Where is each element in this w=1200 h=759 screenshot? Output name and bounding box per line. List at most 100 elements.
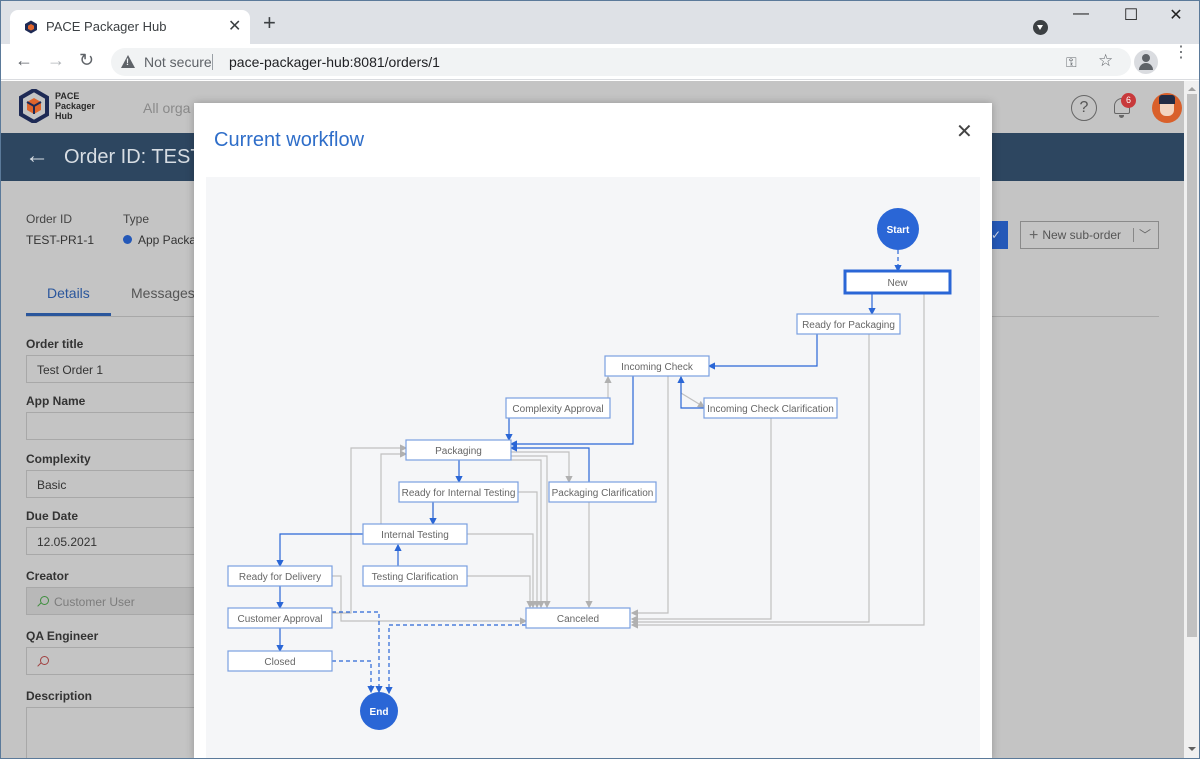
address-bar[interactable]: Not secure pace-packager-hub:8081/orders… xyxy=(111,48,1131,76)
description-textarea[interactable] xyxy=(26,707,196,758)
qa-engineer-label: QA Engineer xyxy=(26,629,99,643)
complexity-label: Complexity xyxy=(26,452,91,466)
workflow-state-label: Incoming Check xyxy=(621,362,694,373)
organization-selector[interactable]: All orga xyxy=(143,100,190,116)
tab-strip: PACE Packager Hub ✕ + — ☐ ✕ xyxy=(1,1,1199,44)
tab-search-icon[interactable] xyxy=(1033,20,1048,35)
transition-edge xyxy=(630,293,925,629)
type-label: Type xyxy=(123,212,150,226)
order-title-input[interactable]: Test Order 1 xyxy=(26,355,196,383)
warning-icon xyxy=(121,55,135,68)
qa-engineer-input[interactable] xyxy=(26,647,196,675)
workflow-state-label: Internal Testing xyxy=(381,530,449,541)
due-date-input[interactable]: 12.05.2021 xyxy=(26,527,196,555)
key-icon[interactable]: ⚿ xyxy=(1066,54,1077,71)
workflow-state-label: Testing Clarification xyxy=(372,572,459,583)
workflow-canvas: New Ready for Packaging Incoming Check Comp… xyxy=(206,177,980,758)
pace-logo-icon xyxy=(19,89,49,123)
logo-line: Packager xyxy=(55,101,96,111)
browser-toolbar: ← → ↻ Not secure pace-packager-hub:8081/… xyxy=(1,44,1199,80)
workflow-modal: Current workflow ✕ New Ready for Packagin… xyxy=(194,103,992,758)
chevron-down-icon[interactable]: ﹀ xyxy=(1139,222,1151,248)
workflow-state-label: Canceled xyxy=(557,614,599,625)
workflow-state-label: Ready for Internal Testing xyxy=(402,488,516,499)
help-icon[interactable]: ? xyxy=(1071,95,1097,121)
transition-edge xyxy=(467,575,534,609)
transition-edge xyxy=(707,334,818,370)
page-title: Order ID: TEST xyxy=(64,146,203,168)
workflow-state-label: Customer Approval xyxy=(237,614,322,625)
logo-line: Hub xyxy=(55,111,73,121)
workflow-state-label: Ready for Delivery xyxy=(239,572,321,583)
app-name-input[interactable] xyxy=(26,412,196,440)
back-button[interactable]: ← xyxy=(15,50,33,71)
back-arrow-icon[interactable]: ← xyxy=(25,142,49,170)
new-sub-order-button[interactable]: + New sub-order ﹀ xyxy=(1020,221,1159,249)
search-icon xyxy=(37,596,49,607)
bookmark-star-icon[interactable]: ☆ xyxy=(1098,51,1113,71)
tab-messages[interactable]: Messages xyxy=(131,285,195,301)
scroll-thumb[interactable] xyxy=(1187,94,1197,637)
workflow-diagram: New Ready for Packaging Incoming Check Comp… xyxy=(227,208,952,730)
divider xyxy=(1133,228,1134,242)
maximize-button[interactable]: ☐ xyxy=(1116,5,1146,25)
transition-edge xyxy=(680,376,706,408)
app-favicon-icon xyxy=(25,20,37,34)
workflow-state-label: Incoming Check Clarification xyxy=(707,404,834,415)
workflow-state-label: Complexity Approval xyxy=(512,404,603,415)
workflow-state-label: Ready for Packaging xyxy=(802,320,895,331)
minimize-button[interactable]: — xyxy=(1066,5,1096,23)
transition-edge xyxy=(467,533,537,609)
tab-title: PACE Packager Hub xyxy=(46,19,167,34)
creator-label: Creator xyxy=(26,569,69,583)
browser-menu-icon[interactable]: ⋮ xyxy=(1173,45,1189,61)
workflow-state-label: Packaging xyxy=(435,446,482,457)
description-label: Description xyxy=(26,689,93,703)
workflow-state-label: Closed xyxy=(264,657,295,668)
workflow-end-label: End xyxy=(370,707,389,718)
creator-input: Customer User xyxy=(26,587,196,615)
order-title-label: Order title xyxy=(26,337,84,351)
tab-close-icon[interactable]: ✕ xyxy=(228,16,241,36)
notification-badge: 6 xyxy=(1121,93,1136,108)
transition-edge xyxy=(518,491,541,609)
user-avatar[interactable] xyxy=(1152,93,1182,123)
browser-tab[interactable]: PACE Packager Hub ✕ xyxy=(10,10,250,44)
complexity-select[interactable]: Basic xyxy=(26,470,196,498)
order-id-value: TEST-PR1-1 xyxy=(26,233,95,247)
close-window-button[interactable]: ✕ xyxy=(1161,5,1191,25)
modal-title: Current workflow xyxy=(214,129,365,151)
creator-value: Customer User xyxy=(54,595,135,609)
search-icon xyxy=(37,656,49,667)
type-value: App Packa xyxy=(123,233,196,247)
reload-button[interactable]: ↻ xyxy=(79,50,94,71)
profile-icon[interactable] xyxy=(1134,50,1158,74)
workflow-state-label: New xyxy=(887,278,908,289)
end-edge xyxy=(385,624,526,695)
workflow-state-label: Packaging Clarification xyxy=(552,488,654,499)
transition-edge xyxy=(509,444,590,482)
url-text[interactable]: pace-packager-hub:8081/orders/1 xyxy=(229,54,440,70)
workflow-start-label: Start xyxy=(887,225,910,236)
security-status[interactable]: Not secure xyxy=(144,54,212,70)
logo-line: PACE xyxy=(55,91,80,101)
due-date-label: Due Date xyxy=(26,509,79,523)
app-name-label: App Name xyxy=(26,394,86,408)
active-tab-underline xyxy=(26,313,111,316)
scroll-down-icon[interactable] xyxy=(1188,747,1196,751)
scroll-up-icon[interactable] xyxy=(1188,87,1196,91)
logo-text: PACE Packager Hub xyxy=(55,91,95,121)
transition-edge xyxy=(630,418,772,623)
type-dot-icon xyxy=(123,235,132,244)
end-edge xyxy=(332,611,383,694)
page-scrollbar[interactable] xyxy=(1184,81,1199,758)
order-id-label: Order ID xyxy=(26,212,73,226)
forward-button[interactable]: → xyxy=(47,50,65,71)
end-edge xyxy=(332,660,375,694)
close-icon[interactable]: ✕ xyxy=(956,119,973,144)
tab-details[interactable]: Details xyxy=(47,285,90,301)
type-value-text: App Packa xyxy=(138,233,197,247)
divider xyxy=(212,54,213,70)
new-sub-order-label: New sub-order xyxy=(1042,228,1122,242)
new-tab-button[interactable]: + xyxy=(263,12,276,34)
